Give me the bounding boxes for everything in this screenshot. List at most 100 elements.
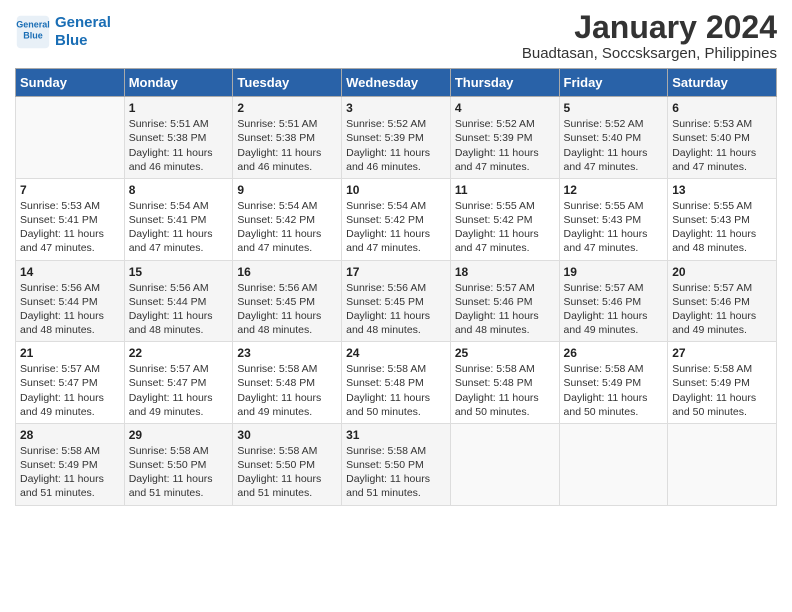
- day-number: 2: [237, 101, 337, 115]
- calendar-cell: 16 Sunrise: 5:56 AM Sunset: 5:45 PM Dayli…: [233, 260, 342, 342]
- day-number: 20: [672, 265, 772, 279]
- day-info: Sunrise: 5:57 AM Sunset: 5:47 PM Dayligh…: [129, 362, 229, 419]
- day-number: 23: [237, 346, 337, 360]
- week-row-0: 1 Sunrise: 5:51 AM Sunset: 5:38 PM Daylig…: [16, 97, 777, 179]
- calendar-cell: 7 Sunrise: 5:53 AM Sunset: 5:41 PM Daylig…: [16, 178, 125, 260]
- day-info: Sunrise: 5:58 AM Sunset: 5:49 PM Dayligh…: [20, 444, 120, 501]
- svg-text:Blue: Blue: [23, 30, 43, 40]
- day-info: Sunrise: 5:58 AM Sunset: 5:48 PM Dayligh…: [237, 362, 337, 419]
- week-row-4: 28Sunrise: 5:58 AM Sunset: 5:49 PM Dayli…: [16, 423, 777, 505]
- calendar-cell: 14 Sunrise: 5:56 AM Sunset: 5:44 PM Dayli…: [16, 260, 125, 342]
- calendar-cell: 10 Sunrise: 5:54 AM Sunset: 5:42 PM Dayli…: [342, 178, 451, 260]
- day-info: Sunrise: 5:57 AM Sunset: 5:46 PM Dayligh…: [564, 281, 664, 338]
- calendar-cell: 13 Sunrise: 5:55 AM Sunset: 5:43 PM Dayli…: [668, 178, 777, 260]
- day-number: 7: [20, 183, 120, 197]
- calendar-cell: 6Sunrise: 5:53 AM Sunset: 5:40 PM Daylig…: [668, 97, 777, 179]
- day-info: Sunrise: 5:56 AM Sunset: 5:45 PM Dayligh…: [237, 281, 337, 338]
- calendar-cell: 30Sunrise: 5:58 AM Sunset: 5:50 PM Dayli…: [233, 423, 342, 505]
- day-info: Sunrise: 5:56 AM Sunset: 5:45 PM Dayligh…: [346, 281, 446, 338]
- day-info: Sunrise: 5:57 AM Sunset: 5:47 PM Dayligh…: [20, 362, 120, 419]
- day-number: 27: [672, 346, 772, 360]
- calendar-cell: 18Sunrise: 5:57 AM Sunset: 5:46 PM Dayli…: [450, 260, 559, 342]
- day-number: 5: [564, 101, 664, 115]
- header-row: SundayMondayTuesdayWednesdayThursdayFrid…: [16, 69, 777, 97]
- day-number: 25: [455, 346, 555, 360]
- calendar-cell: 9Sunrise: 5:54 AM Sunset: 5:42 PM Daylig…: [233, 178, 342, 260]
- day-number: 14: [20, 265, 120, 279]
- day-info: Sunrise: 5:51 AM Sunset: 5:38 PM Dayligh…: [237, 117, 337, 174]
- day-info: Sunrise: 5:54 AM Sunset: 5:42 PM Dayligh…: [346, 199, 446, 256]
- day-number: 17: [346, 265, 446, 279]
- header-wednesday: Wednesday: [342, 69, 451, 97]
- calendar-cell: 29Sunrise: 5:58 AM Sunset: 5:50 PM Dayli…: [124, 423, 233, 505]
- day-number: 3: [346, 101, 446, 115]
- day-number: 19: [564, 265, 664, 279]
- calendar-cell: [450, 423, 559, 505]
- day-number: 4: [455, 101, 555, 115]
- day-info: Sunrise: 5:51 AM Sunset: 5:38 PM Dayligh…: [129, 117, 229, 174]
- day-info: Sunrise: 5:58 AM Sunset: 5:50 PM Dayligh…: [346, 444, 446, 501]
- day-number: 21: [20, 346, 120, 360]
- header-thursday: Thursday: [450, 69, 559, 97]
- calendar-cell: 22Sunrise: 5:57 AM Sunset: 5:47 PM Dayli…: [124, 342, 233, 424]
- day-info: Sunrise: 5:55 AM Sunset: 5:43 PM Dayligh…: [564, 199, 664, 256]
- day-number: 26: [564, 346, 664, 360]
- calendar-cell: 21 Sunrise: 5:57 AM Sunset: 5:47 PM Dayli…: [16, 342, 125, 424]
- day-info: Sunrise: 5:57 AM Sunset: 5:46 PM Dayligh…: [672, 281, 772, 338]
- day-info: Sunrise: 5:56 AM Sunset: 5:44 PM Dayligh…: [20, 281, 120, 338]
- calendar-cell: [559, 423, 668, 505]
- day-info: Sunrise: 5:54 AM Sunset: 5:41 PM Dayligh…: [129, 199, 229, 256]
- calendar-cell: 4 Sunrise: 5:52 AM Sunset: 5:39 PM Daylig…: [450, 97, 559, 179]
- day-number: 10: [346, 183, 446, 197]
- day-number: 29: [129, 428, 229, 442]
- week-row-2: 14 Sunrise: 5:56 AM Sunset: 5:44 PM Dayli…: [16, 260, 777, 342]
- day-info: Sunrise: 5:53 AM Sunset: 5:41 PM Dayligh…: [20, 199, 120, 256]
- calendar-cell: 28Sunrise: 5:58 AM Sunset: 5:49 PM Dayli…: [16, 423, 125, 505]
- calendar-cell: 5 Sunrise: 5:52 AM Sunset: 5:40 PM Daylig…: [559, 97, 668, 179]
- day-info: Sunrise: 5:52 AM Sunset: 5:39 PM Dayligh…: [455, 117, 555, 174]
- calendar-header: SundayMondayTuesdayWednesdayThursdayFrid…: [16, 69, 777, 97]
- calendar-cell: 15 Sunrise: 5:56 AM Sunset: 5:44 PM Dayli…: [124, 260, 233, 342]
- calendar-cell: [16, 97, 125, 179]
- calendar-table: SundayMondayTuesdayWednesdayThursdayFrid…: [15, 68, 777, 505]
- day-number: 6: [672, 101, 772, 115]
- page-subtitle: Buadtasan, Soccsksargen, Philippines: [522, 45, 777, 62]
- day-number: 11: [455, 183, 555, 197]
- logo-line2: Blue: [55, 32, 88, 49]
- header-monday: Monday: [124, 69, 233, 97]
- day-number: 30: [237, 428, 337, 442]
- calendar-body: 1 Sunrise: 5:51 AM Sunset: 5:38 PM Daylig…: [16, 97, 777, 505]
- page-title: January 2024: [522, 10, 777, 45]
- calendar-cell: 1 Sunrise: 5:51 AM Sunset: 5:38 PM Daylig…: [124, 97, 233, 179]
- page-header: General Blue General Blue January 2024 B…: [15, 10, 777, 62]
- svg-text:General: General: [16, 20, 50, 30]
- calendar-cell: 3Sunrise: 5:52 AM Sunset: 5:39 PM Daylig…: [342, 97, 451, 179]
- day-info: Sunrise: 5:52 AM Sunset: 5:40 PM Dayligh…: [564, 117, 664, 174]
- week-row-1: 7 Sunrise: 5:53 AM Sunset: 5:41 PM Daylig…: [16, 178, 777, 260]
- header-friday: Friday: [559, 69, 668, 97]
- calendar-cell: 17 Sunrise: 5:56 AM Sunset: 5:45 PM Dayli…: [342, 260, 451, 342]
- day-number: 8: [129, 183, 229, 197]
- logo-line1: General: [55, 14, 111, 31]
- day-number: 18: [455, 265, 555, 279]
- calendar-cell: 11 Sunrise: 5:55 AM Sunset: 5:42 PM Dayli…: [450, 178, 559, 260]
- day-info: Sunrise: 5:54 AM Sunset: 5:42 PM Dayligh…: [237, 199, 337, 256]
- calendar-cell: 2 Sunrise: 5:51 AM Sunset: 5:38 PM Daylig…: [233, 97, 342, 179]
- day-number: 12: [564, 183, 664, 197]
- day-info: Sunrise: 5:58 AM Sunset: 5:49 PM Dayligh…: [672, 362, 772, 419]
- day-number: 1: [129, 101, 229, 115]
- day-number: 13: [672, 183, 772, 197]
- day-number: 16: [237, 265, 337, 279]
- calendar-cell: 8 Sunrise: 5:54 AM Sunset: 5:41 PM Daylig…: [124, 178, 233, 260]
- day-info: Sunrise: 5:55 AM Sunset: 5:43 PM Dayligh…: [672, 199, 772, 256]
- day-info: Sunrise: 5:56 AM Sunset: 5:44 PM Dayligh…: [129, 281, 229, 338]
- day-info: Sunrise: 5:55 AM Sunset: 5:42 PM Dayligh…: [455, 199, 555, 256]
- day-info: Sunrise: 5:58 AM Sunset: 5:49 PM Dayligh…: [564, 362, 664, 419]
- header-tuesday: Tuesday: [233, 69, 342, 97]
- logo-icon: General Blue: [15, 14, 51, 50]
- day-number: 15: [129, 265, 229, 279]
- calendar-cell: 27 Sunrise: 5:58 AM Sunset: 5:49 PM Dayli…: [668, 342, 777, 424]
- calendar-cell: 12 Sunrise: 5:55 AM Sunset: 5:43 PM Dayli…: [559, 178, 668, 260]
- header-saturday: Saturday: [668, 69, 777, 97]
- logo-text: General Blue: [55, 14, 111, 50]
